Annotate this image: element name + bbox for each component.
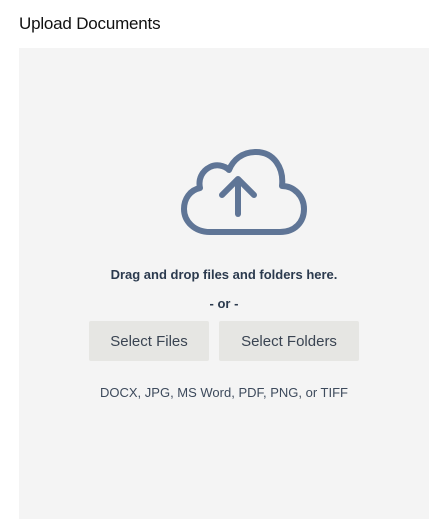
select-files-button[interactable]: Select Files: [89, 321, 209, 361]
cloud-upload-icon: [181, 149, 307, 235]
select-folders-button[interactable]: Select Folders: [219, 321, 359, 361]
or-separator: - or -: [209, 296, 239, 311]
panel-title: Upload Documents: [19, 14, 161, 33]
file-drop-zone[interactable]: Drag and drop files and folders here. - …: [19, 48, 429, 519]
drag-drop-instruction: Drag and drop files and folders here.: [110, 267, 338, 282]
accepted-formats-text: DOCX, JPG, MS Word, PDF, PNG, or TIFF: [100, 385, 348, 400]
